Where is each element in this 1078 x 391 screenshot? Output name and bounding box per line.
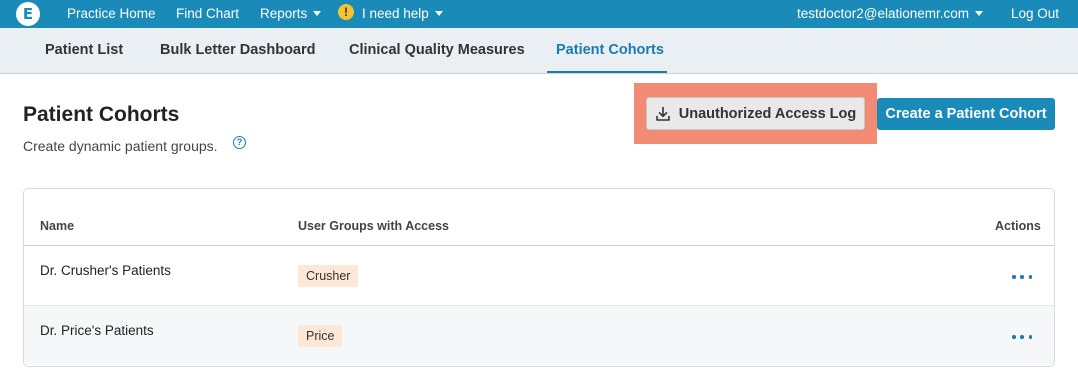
chevron-down-icon xyxy=(975,11,984,16)
cohorts-table: Name User Groups with Access Actions Dr.… xyxy=(23,188,1055,367)
sub-navbar: Patient List Bulk Letter Dashboard Clini… xyxy=(0,28,1078,74)
user-group-tag: Crusher xyxy=(298,265,359,287)
dot xyxy=(1012,335,1016,339)
top-navbar: E Practice Home Find Chart Reports ! I n… xyxy=(0,0,1078,28)
create-patient-cohort-button[interactable]: Create a Patient Cohort xyxy=(877,98,1055,130)
page-subtitle: Create dynamic patient groups. xyxy=(23,138,218,154)
dot xyxy=(1028,335,1032,339)
chevron-down-icon xyxy=(313,11,322,16)
user-group-tag: Price xyxy=(298,325,343,347)
column-header-actions: Actions xyxy=(995,219,1041,233)
more-actions-icon[interactable] xyxy=(1012,335,1032,341)
nav-user-menu[interactable]: testdoctor2@elationemr.com xyxy=(797,6,984,21)
dot xyxy=(1012,275,1016,279)
tab-patient-cohorts[interactable]: Patient Cohorts xyxy=(556,42,664,58)
dot xyxy=(1020,275,1024,279)
help-icon[interactable]: ? xyxy=(233,136,246,149)
nav-practice-home[interactable]: Practice Home xyxy=(67,6,156,21)
chevron-down-icon xyxy=(434,11,443,16)
tab-patient-list[interactable]: Patient List xyxy=(45,42,123,58)
page-title: Patient Cohorts xyxy=(23,103,180,126)
nav-need-help-label: I need help xyxy=(362,6,429,21)
dot xyxy=(1028,275,1032,279)
dot xyxy=(1020,335,1024,339)
logo-letter: E xyxy=(22,5,34,23)
elation-logo[interactable]: E xyxy=(16,2,40,26)
log-button-label: Unauthorized Access Log xyxy=(678,105,857,122)
download-icon xyxy=(655,106,670,121)
table-row[interactable]: Dr. Crusher's Patients Crusher xyxy=(24,246,1054,305)
column-header-name: Name xyxy=(40,219,75,233)
logout-link[interactable]: Log Out xyxy=(1011,6,1059,21)
warning-icon: ! xyxy=(338,4,354,20)
tab-bulk-letter-dashboard[interactable]: Bulk Letter Dashboard xyxy=(160,42,316,58)
unauthorized-access-log-button[interactable]: Unauthorized Access Log xyxy=(646,97,865,130)
tab-clinical-quality-measures[interactable]: Clinical Quality Measures xyxy=(349,42,525,58)
nav-find-chart[interactable]: Find Chart xyxy=(176,6,239,21)
nav-need-help[interactable]: I need help xyxy=(362,6,443,21)
cohort-name: Dr. Crusher's Patients xyxy=(40,263,171,278)
user-email: testdoctor2@elationemr.com xyxy=(797,6,970,21)
cohort-name: Dr. Price's Patients xyxy=(40,323,154,338)
more-actions-icon[interactable] xyxy=(1012,275,1032,281)
column-header-user-groups: User Groups with Access xyxy=(298,219,449,233)
table-row[interactable]: Dr. Price's Patients Price xyxy=(24,306,1054,365)
active-tab-indicator xyxy=(547,71,667,73)
nav-reports[interactable]: Reports xyxy=(260,6,322,21)
nav-reports-label: Reports xyxy=(260,6,308,21)
